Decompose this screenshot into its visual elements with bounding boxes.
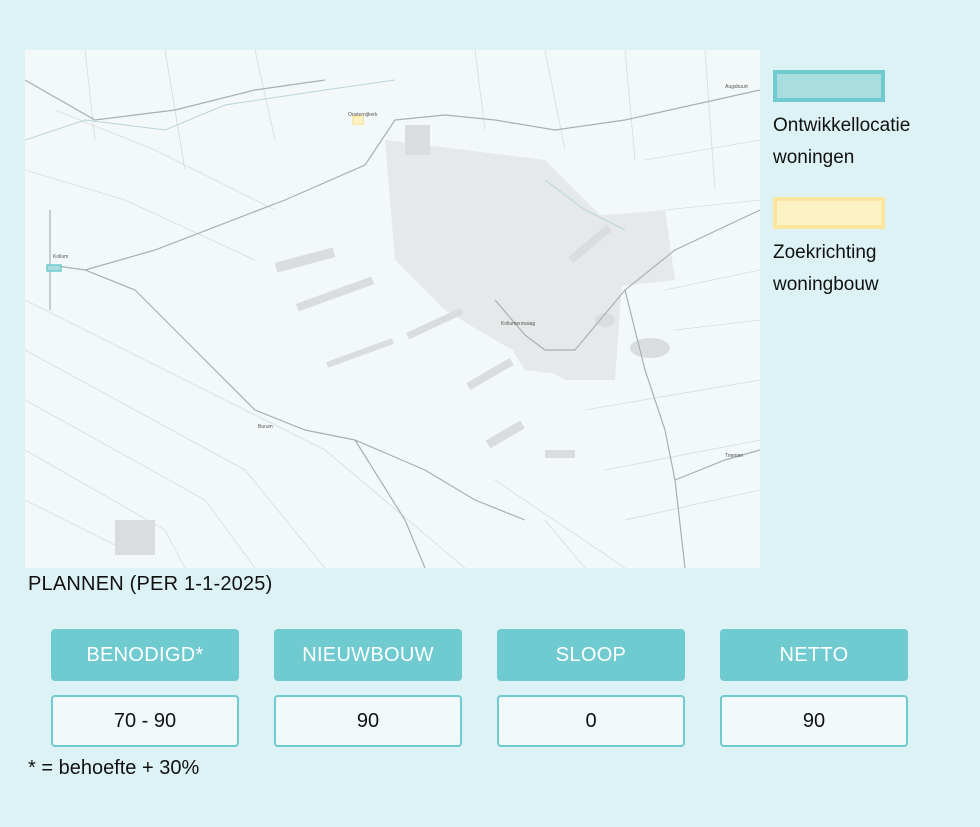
column-value: 0	[497, 695, 685, 747]
development-swatch	[773, 70, 885, 102]
column-value: 90	[720, 695, 908, 747]
column-net: NETTO 90	[720, 629, 908, 747]
legend-item-development: Ontwikkellocatie woningen	[773, 70, 973, 174]
place-label: Kollum	[53, 254, 68, 260]
place-label: Burum	[258, 424, 273, 430]
plans-title: PLANNEN (PER 1-1-2025)	[28, 573, 273, 595]
legend-label-development: Ontwikkellocatie woningen	[773, 115, 911, 168]
column-header: NIEUWBOUW	[274, 629, 462, 681]
legend-item-search: Zoekrichting woningbouw	[773, 197, 933, 301]
map-canvas: Oosternijkerk Kollum Kollumerzwaag Burum…	[25, 50, 760, 568]
place-label: Triemen	[725, 453, 743, 459]
column-demolition: SLOOP 0	[497, 629, 685, 747]
column-new-build: NIEUWBOUW 90	[274, 629, 462, 747]
place-label: Oosternijkerk	[348, 112, 378, 118]
column-value: 70 - 90	[51, 695, 239, 747]
column-header: NETTO	[720, 629, 908, 681]
map[interactable]: Oosternijkerk Kollum Kollumerzwaag Burum…	[25, 50, 760, 568]
footnote: * = behoefte + 30%	[28, 757, 200, 779]
search-swatch	[773, 197, 885, 229]
column-value: 90	[274, 695, 462, 747]
place-label: Kollumerzwaag	[501, 321, 535, 327]
column-required: BENODIGD* 70 - 90	[51, 629, 239, 747]
development-location-marker[interactable]	[46, 264, 62, 272]
place-label: Augsbuurt	[725, 84, 748, 90]
legend-label-search: Zoekrichting woningbouw	[773, 242, 879, 295]
column-header: SLOOP	[497, 629, 685, 681]
column-header: BENODIGD*	[51, 629, 239, 681]
